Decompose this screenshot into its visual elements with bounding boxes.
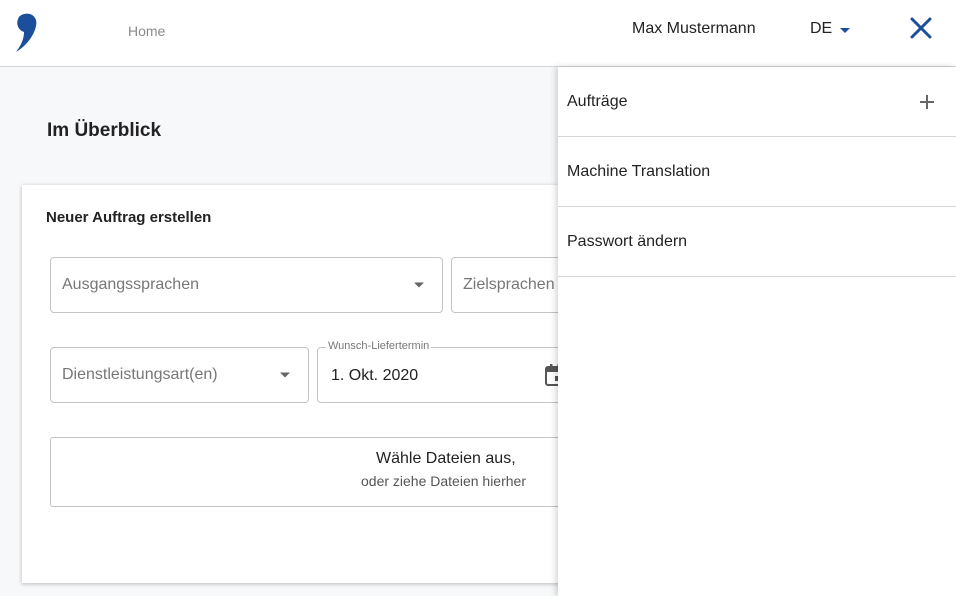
drawer-item-label: Machine Translation [567, 163, 711, 180]
dropzone-drag-hint: oder ziehe Dateien hierher [361, 473, 526, 489]
page-title: Im Überblick [47, 120, 162, 141]
plus-icon[interactable] [918, 93, 936, 111]
new-order-card: Neuer Auftrag erstellen Ausgangssprachen… [22, 185, 651, 583]
side-drawer-menu: Aufträge Machine Translation Passwort än… [558, 67, 956, 596]
drawer-item-label: Passwort ändern [567, 233, 688, 250]
top-bar: Home Max Mustermann DE [0, 0, 956, 67]
card-title: Neuer Auftrag erstellen [46, 209, 212, 226]
delivery-date-label: Wunsch-Liefertermin [326, 340, 432, 352]
language-selector[interactable]: DE [810, 20, 851, 38]
language-label: DE [810, 20, 833, 37]
caret-down-icon [840, 27, 851, 33]
drawer-item-label: Aufträge [567, 93, 628, 110]
delivery-date-value[interactable]: 1. Okt. 2020 [331, 367, 418, 385]
chevron-down-icon [280, 372, 290, 378]
close-icon[interactable] [906, 13, 936, 43]
service-type-placeholder: Dienstleistungsart(en) [62, 366, 218, 383]
source-languages-select[interactable]: Ausgangssprachen [50, 257, 443, 313]
user-name[interactable]: Max Mustermann [632, 20, 756, 38]
dropzone-choose-files[interactable]: Wähle Dateien aus, [376, 450, 516, 468]
drawer-item-auftraege[interactable]: Aufträge [558, 67, 956, 137]
brand-logo-icon[interactable] [12, 12, 40, 54]
file-dropzone[interactable]: Wähle Dateien aus, oder ziehe Dateien hi… [50, 437, 610, 507]
drawer-item-machine-translation[interactable]: Machine Translation [558, 137, 956, 207]
chevron-down-icon [414, 282, 424, 288]
drawer-item-change-password[interactable]: Passwort ändern [558, 207, 956, 277]
target-languages-placeholder: Zielsprachen [463, 276, 555, 293]
service-type-select[interactable]: Dienstleistungsart(en) [50, 347, 309, 403]
source-languages-placeholder: Ausgangssprachen [62, 276, 199, 293]
nav-home-link[interactable]: Home [128, 23, 165, 39]
